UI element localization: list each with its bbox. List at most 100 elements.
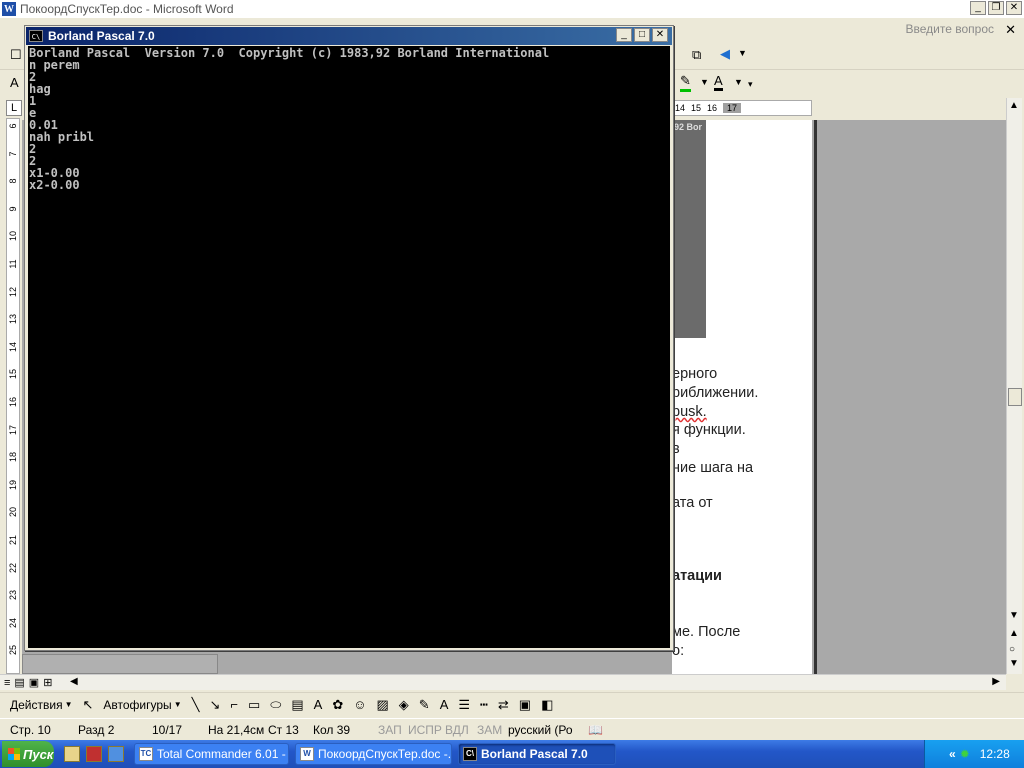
ruler-number: 25 [8, 645, 18, 656]
document-text-line: ме. После [672, 624, 741, 640]
shadow-icon[interactable]: ▣ [519, 697, 531, 713]
dash-style-icon[interactable]: ┅ [480, 697, 488, 713]
status-track-changes[interactable]: ИСПР [408, 723, 442, 737]
spelling-status-icon[interactable]: 📖 [588, 723, 603, 737]
ruler-number: 22 [8, 562, 18, 573]
ruler-number: 19 [8, 479, 18, 490]
font-color-icon[interactable]: A [714, 73, 723, 91]
word-app-icon[interactable]: W [2, 2, 16, 16]
close-button[interactable]: ✕ [1006, 1, 1022, 15]
connector-icon[interactable]: ⌐ [230, 697, 238, 712]
task-total-commander[interactable]: TC Total Commander 6.01 - ... [134, 743, 289, 765]
tray-app-icon[interactable]: ✹ [960, 747, 970, 761]
wordart-icon[interactable]: A [314, 697, 323, 712]
pascal-title-bar[interactable]: C\ Borland Pascal 7.0 _ □ ✕ [26, 27, 672, 45]
show-hidden-icons-icon[interactable]: « [949, 747, 956, 761]
3d-icon[interactable]: ◧ [541, 697, 553, 713]
vertical-ruler[interactable]: 6 7 8 9 10 11 12 13 14 15 16 17 18 19 20 21 22 23 24 25 [6, 118, 20, 674]
clipart-icon[interactable]: ☺ [353, 697, 366, 712]
line-icon[interactable]: ╲ [192, 697, 200, 713]
chevron-down-icon[interactable]: ▼ [738, 48, 747, 58]
ruler-number: 8 [8, 178, 18, 184]
chevron-down-icon[interactable]: ▼ [734, 77, 743, 87]
scroll-down-icon[interactable]: ▼ [1009, 610, 1019, 621]
console-icon[interactable]: C\ [29, 30, 43, 42]
status-page: Стр. 10 [10, 723, 51, 737]
clock[interactable]: 12:28 [980, 747, 1010, 761]
rectangle-icon[interactable]: ▭ [248, 697, 260, 713]
web-toolbar-icon[interactable]: ⧉ [692, 47, 701, 63]
task-label: Total Commander 6.01 - ... [157, 747, 289, 761]
status-record[interactable]: ЗАП [378, 723, 402, 737]
ask-question-box[interactable]: Введите вопрос [906, 22, 995, 36]
next-page-icon[interactable]: ▼ [1009, 658, 1019, 669]
arrow-style-icon[interactable]: ⇄ [498, 697, 509, 713]
autoshapes-menu[interactable]: Автофигуры [103, 698, 171, 712]
actions-menu[interactable]: Действия [10, 698, 63, 712]
quicklaunch-ie-icon[interactable] [108, 746, 124, 762]
style-icon[interactable]: A [10, 75, 19, 90]
select-objects-icon[interactable]: ↖ [83, 697, 94, 713]
prev-page-icon[interactable]: ▲ [1009, 628, 1019, 639]
document-text-line: риближении. [672, 385, 759, 401]
quicklaunch-save-icon[interactable] [86, 746, 102, 762]
restore-button[interactable]: ❐ [988, 1, 1004, 15]
scroll-thumb[interactable] [1008, 388, 1022, 406]
minimize-button[interactable]: _ [616, 28, 632, 42]
tab-selector[interactable]: L [6, 100, 22, 116]
task-borland-pascal[interactable]: C\ Borland Pascal 7.0 [458, 743, 616, 765]
ruler-number: 14 [8, 341, 18, 352]
scroll-left-icon[interactable]: ◀ [70, 676, 78, 687]
picture-icon[interactable]: ▨ [377, 697, 389, 713]
start-label: Пуск [23, 746, 54, 762]
ruler-number: 12 [8, 286, 18, 297]
scroll-right-icon[interactable]: ▶ [992, 676, 1000, 687]
new-doc-icon[interactable]: ☐ [10, 47, 22, 63]
highlight-icon[interactable]: ✎ [680, 73, 691, 92]
line-style-icon[interactable]: ☰ [458, 697, 470, 713]
task-word-document[interactable]: W ПокоордСпускТер.doc -... [295, 743, 452, 765]
back-arrow-icon[interactable]: ◀ [720, 46, 730, 62]
console-line: e [29, 106, 37, 120]
console-output[interactable]: Borland Pascal Version 7.0 Copyright (c)… [28, 46, 670, 648]
textbox-icon[interactable]: ▤ [291, 697, 303, 713]
horizontal-scrollbar[interactable]: ≡▤▣⊞ ◀ ▶ [0, 674, 1006, 690]
font-color-icon[interactable]: A [440, 697, 449, 712]
toolbar-options-icon[interactable]: ▾ [748, 79, 753, 90]
browse-object-icon[interactable]: ○ [1009, 644, 1015, 655]
status-overtype[interactable]: ЗАМ [477, 723, 502, 737]
maximize-button[interactable]: □ [634, 28, 650, 42]
close-button[interactable]: ✕ [652, 28, 668, 42]
arrow-icon[interactable]: ↘ [209, 697, 220, 713]
ruler-number: 10 [8, 231, 18, 242]
chevron-down-icon[interactable]: ▼ [174, 700, 182, 709]
word-title-bar[interactable]: W ПокоордСпускТер.doc - Microsoft Word _… [0, 0, 1024, 18]
close-document-icon[interactable]: ✕ [1005, 22, 1016, 38]
scroll-up-icon[interactable]: ▲ [1009, 100, 1019, 111]
status-language[interactable]: русский (Ро [508, 723, 573, 737]
horizontal-ruler[interactable]: 14 15 16 17 [672, 100, 812, 116]
horizontal-scroll-thumb[interactable] [22, 654, 218, 674]
diagram-icon[interactable]: ✿ [332, 697, 343, 713]
document-page[interactable]: 92 Bor ерного риближении. pusk. я функции. в… [672, 120, 812, 674]
document-text-line: pusk. [672, 404, 707, 420]
status-extend[interactable]: ВДЛ [445, 723, 469, 737]
minimize-button[interactable]: _ [970, 1, 986, 15]
ruler-number: 16 [8, 397, 18, 408]
ruler-number: 14 [675, 103, 686, 113]
line-color-icon[interactable]: ✎ [419, 697, 430, 713]
status-position: На 21,4см [208, 723, 265, 737]
status-section: Разд 2 [78, 723, 115, 737]
vertical-scrollbar[interactable]: ▲ ▼ ▲ ○ ▼ [1006, 98, 1022, 674]
borland-pascal-window[interactable]: C\ Borland Pascal 7.0 _ □ ✕ Borland Pasc… [24, 25, 674, 651]
view-mode-icons[interactable]: ≡▤▣⊞ [4, 676, 56, 689]
ruler-number: 15 [8, 369, 18, 380]
chevron-down-icon[interactable]: ▼ [65, 700, 73, 709]
oval-icon[interactable]: ⬭ [270, 697, 281, 713]
start-button[interactable]: Пуск [2, 741, 54, 767]
ruler-number: 6 [8, 123, 18, 129]
quicklaunch-folder-icon[interactable] [64, 746, 80, 762]
fill-color-icon[interactable]: ◈ [399, 697, 409, 713]
chevron-down-icon[interactable]: ▼ [700, 77, 709, 87]
embedded-screenshot-image[interactable]: 92 Bor [672, 120, 706, 338]
